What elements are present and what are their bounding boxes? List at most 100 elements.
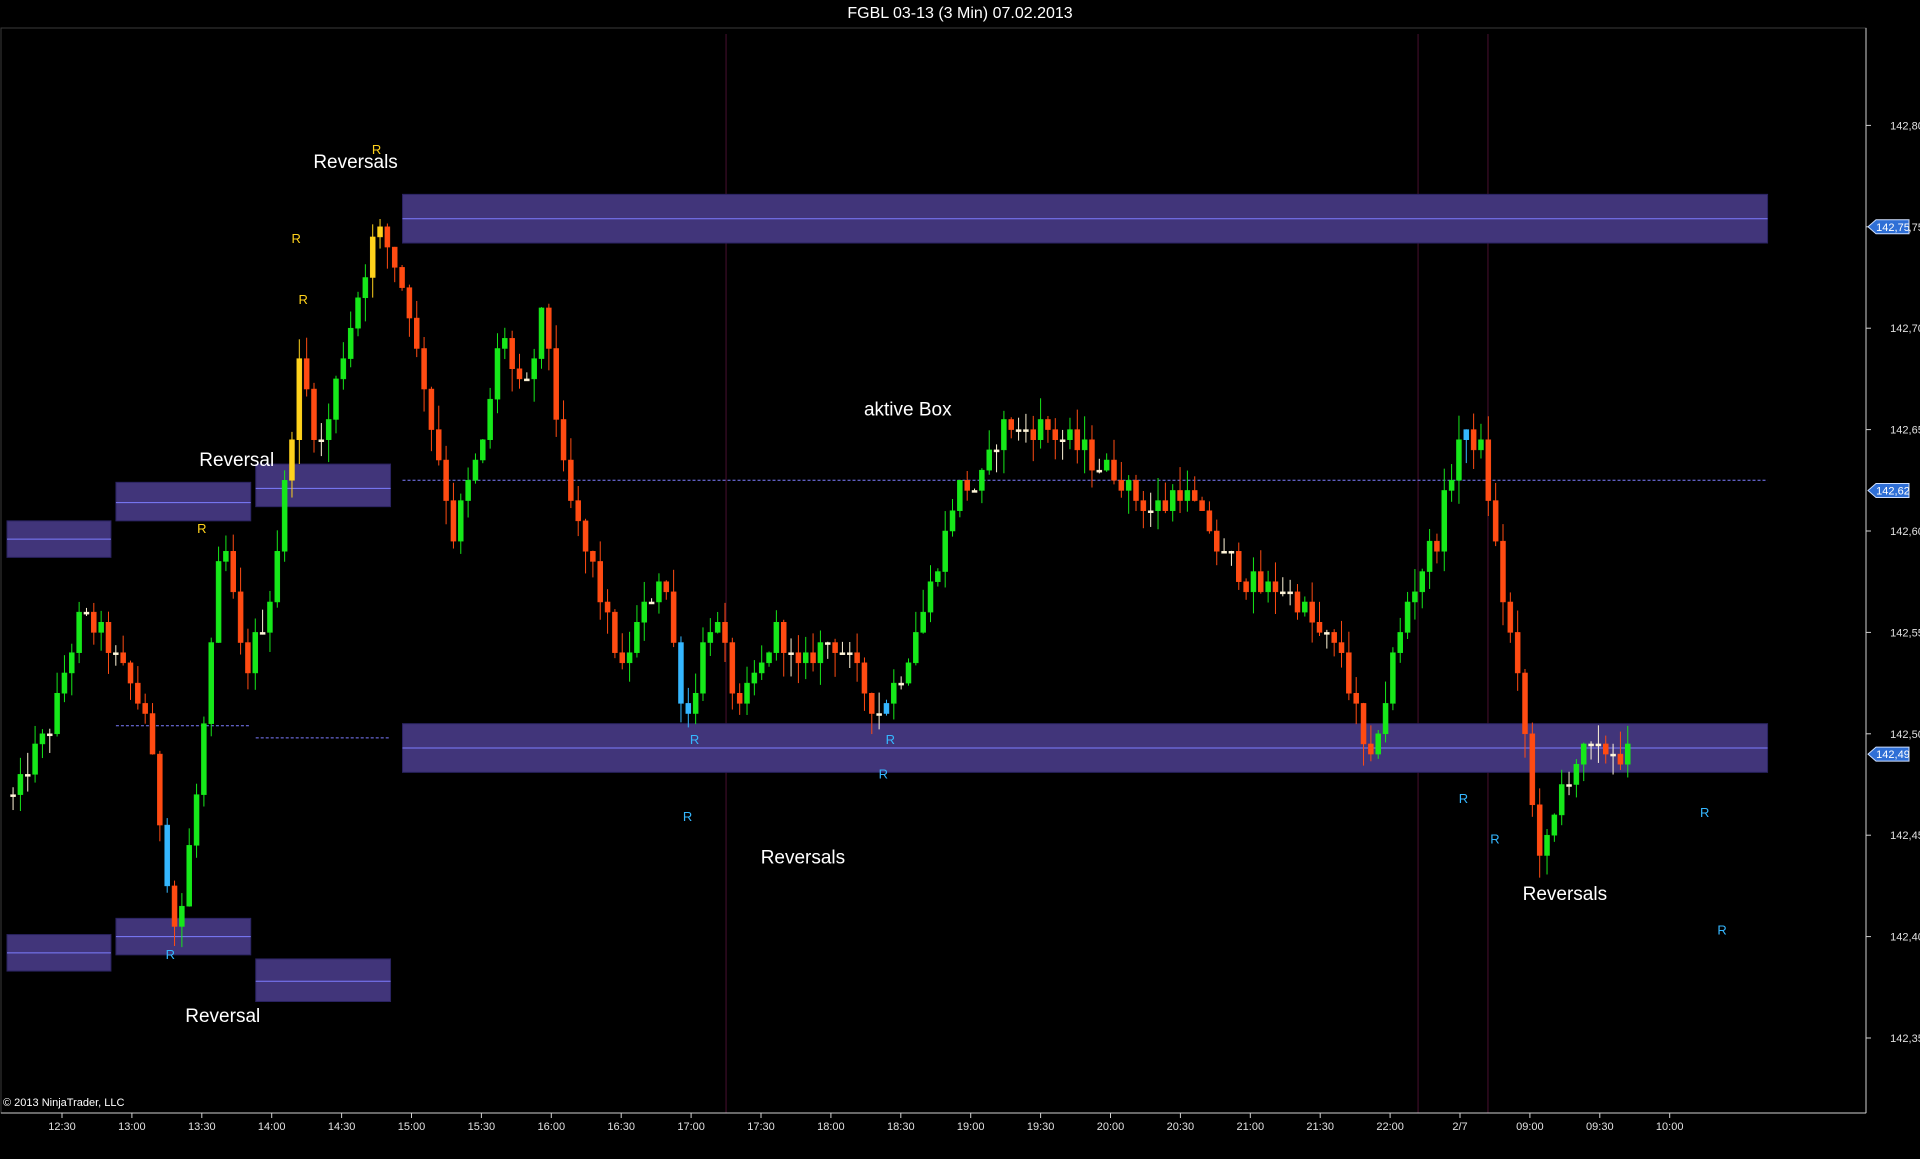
candle-body bbox=[1074, 429, 1081, 451]
candle-body bbox=[582, 520, 589, 552]
candle-body bbox=[24, 774, 31, 777]
candle-body bbox=[1133, 480, 1139, 501]
candle-body bbox=[1280, 591, 1286, 595]
x-tick-label: 20:30 bbox=[1167, 1121, 1195, 1133]
candle-body bbox=[707, 632, 714, 643]
x-tick-label: 10:00 bbox=[1656, 1121, 1684, 1133]
reversal-signal-label: R bbox=[690, 732, 699, 747]
candle-body bbox=[546, 307, 552, 349]
candle-body bbox=[296, 358, 303, 440]
candle-body bbox=[524, 378, 530, 382]
price-marker-label: 142,62 bbox=[1876, 485, 1910, 497]
candle-body bbox=[311, 388, 317, 440]
candle-body bbox=[39, 733, 46, 745]
candle-body bbox=[1463, 429, 1470, 440]
candle-body bbox=[1492, 500, 1499, 542]
candle-body bbox=[722, 622, 728, 643]
candle-body bbox=[179, 905, 185, 927]
candle-body bbox=[502, 338, 508, 349]
candle-body bbox=[531, 358, 537, 380]
x-tick-label: 09:00 bbox=[1516, 1121, 1544, 1133]
candle-body bbox=[568, 459, 574, 501]
candle-body bbox=[604, 601, 611, 613]
candle-body bbox=[171, 885, 178, 927]
candle-body bbox=[54, 692, 60, 735]
x-tick-label: 17:30 bbox=[747, 1121, 775, 1133]
x-tick-label: 18:30 bbox=[887, 1121, 915, 1133]
candle-body bbox=[575, 500, 581, 522]
candle-body bbox=[648, 601, 655, 605]
candle-body bbox=[436, 429, 442, 461]
candle-body bbox=[201, 723, 207, 795]
y-tick-label: 142,50 bbox=[1890, 729, 1920, 741]
candle-body bbox=[1118, 480, 1125, 491]
candle-body bbox=[1448, 480, 1455, 491]
y-tick-label: 142,80 bbox=[1890, 120, 1920, 132]
reversal-signal-label: R bbox=[879, 766, 888, 781]
x-tick-label: 09:30 bbox=[1586, 1121, 1614, 1133]
candle-body bbox=[883, 703, 890, 714]
y-tick-label: 142,40 bbox=[1890, 932, 1920, 944]
candle-body bbox=[1441, 490, 1448, 552]
candle-body bbox=[1265, 581, 1271, 593]
reversal-signal-label: R bbox=[166, 947, 175, 962]
chart-annotation: aktive Box bbox=[864, 399, 952, 420]
candle-body bbox=[758, 662, 765, 674]
candle-body bbox=[993, 449, 1000, 453]
candle-body bbox=[942, 530, 948, 572]
candle-body bbox=[369, 236, 376, 278]
candle-body bbox=[700, 642, 706, 694]
candle-body bbox=[678, 642, 684, 704]
candle-body bbox=[1023, 429, 1029, 432]
candle-body bbox=[1316, 622, 1323, 633]
candle-body bbox=[142, 703, 148, 714]
candle-body bbox=[391, 246, 398, 268]
candle-body bbox=[1625, 743, 1631, 765]
candle-body bbox=[105, 622, 112, 653]
candle-body bbox=[1272, 581, 1279, 593]
y-tick-label: 142,35 bbox=[1890, 1033, 1920, 1045]
candle-body bbox=[1177, 490, 1183, 501]
candle-body bbox=[303, 358, 310, 390]
candle-body bbox=[751, 672, 758, 684]
x-tick-label: 17:00 bbox=[677, 1121, 705, 1133]
candle-body bbox=[1346, 652, 1352, 694]
candle-body bbox=[1551, 814, 1558, 836]
y-tick-label: 142,65 bbox=[1890, 425, 1920, 437]
candle-body bbox=[1191, 490, 1198, 501]
candle-body bbox=[223, 551, 229, 562]
candle-body bbox=[509, 338, 515, 370]
x-tick-label: 21:00 bbox=[1237, 1121, 1265, 1133]
x-tick-label: 16:00 bbox=[538, 1121, 566, 1133]
candle-body bbox=[839, 652, 846, 655]
y-tick-label: 142,55 bbox=[1890, 627, 1920, 639]
candle-body bbox=[810, 652, 816, 664]
candle-body bbox=[898, 682, 904, 686]
candle-body bbox=[1111, 459, 1117, 481]
candle-body bbox=[1382, 703, 1389, 735]
candle-body bbox=[891, 682, 897, 704]
copyright-notice: © 2013 NinjaTrader, LLC bbox=[3, 1097, 125, 1109]
candle-body bbox=[127, 662, 134, 684]
candle-body bbox=[1059, 439, 1066, 442]
candle-body bbox=[91, 611, 97, 633]
chart-window: FGBL 03-13 (3 Min) 07.02.2013 RRRRRRRRRR… bbox=[0, 0, 1920, 1159]
candle-body bbox=[83, 611, 90, 615]
candle-body bbox=[1081, 439, 1088, 451]
candle-body bbox=[597, 561, 603, 603]
candle-body bbox=[399, 267, 405, 288]
x-tick-label: 12:30 bbox=[48, 1121, 76, 1133]
candle-body bbox=[245, 642, 251, 674]
candle-body bbox=[1089, 439, 1095, 471]
candle-body bbox=[1155, 500, 1161, 511]
candle-body bbox=[17, 774, 24, 795]
candle-body bbox=[186, 845, 192, 907]
candle-body bbox=[1250, 571, 1257, 593]
candle-body bbox=[1294, 591, 1301, 613]
candle-body bbox=[267, 601, 273, 633]
candlestick-chart[interactable]: RRRRRRRRRRRRR ReversalsReversalaktive Bo… bbox=[0, 0, 1920, 1159]
candle-body bbox=[1147, 510, 1154, 513]
y-tick-label: 142,60 bbox=[1890, 526, 1920, 538]
candle-body bbox=[1213, 530, 1220, 552]
candle-body bbox=[1037, 419, 1044, 440]
